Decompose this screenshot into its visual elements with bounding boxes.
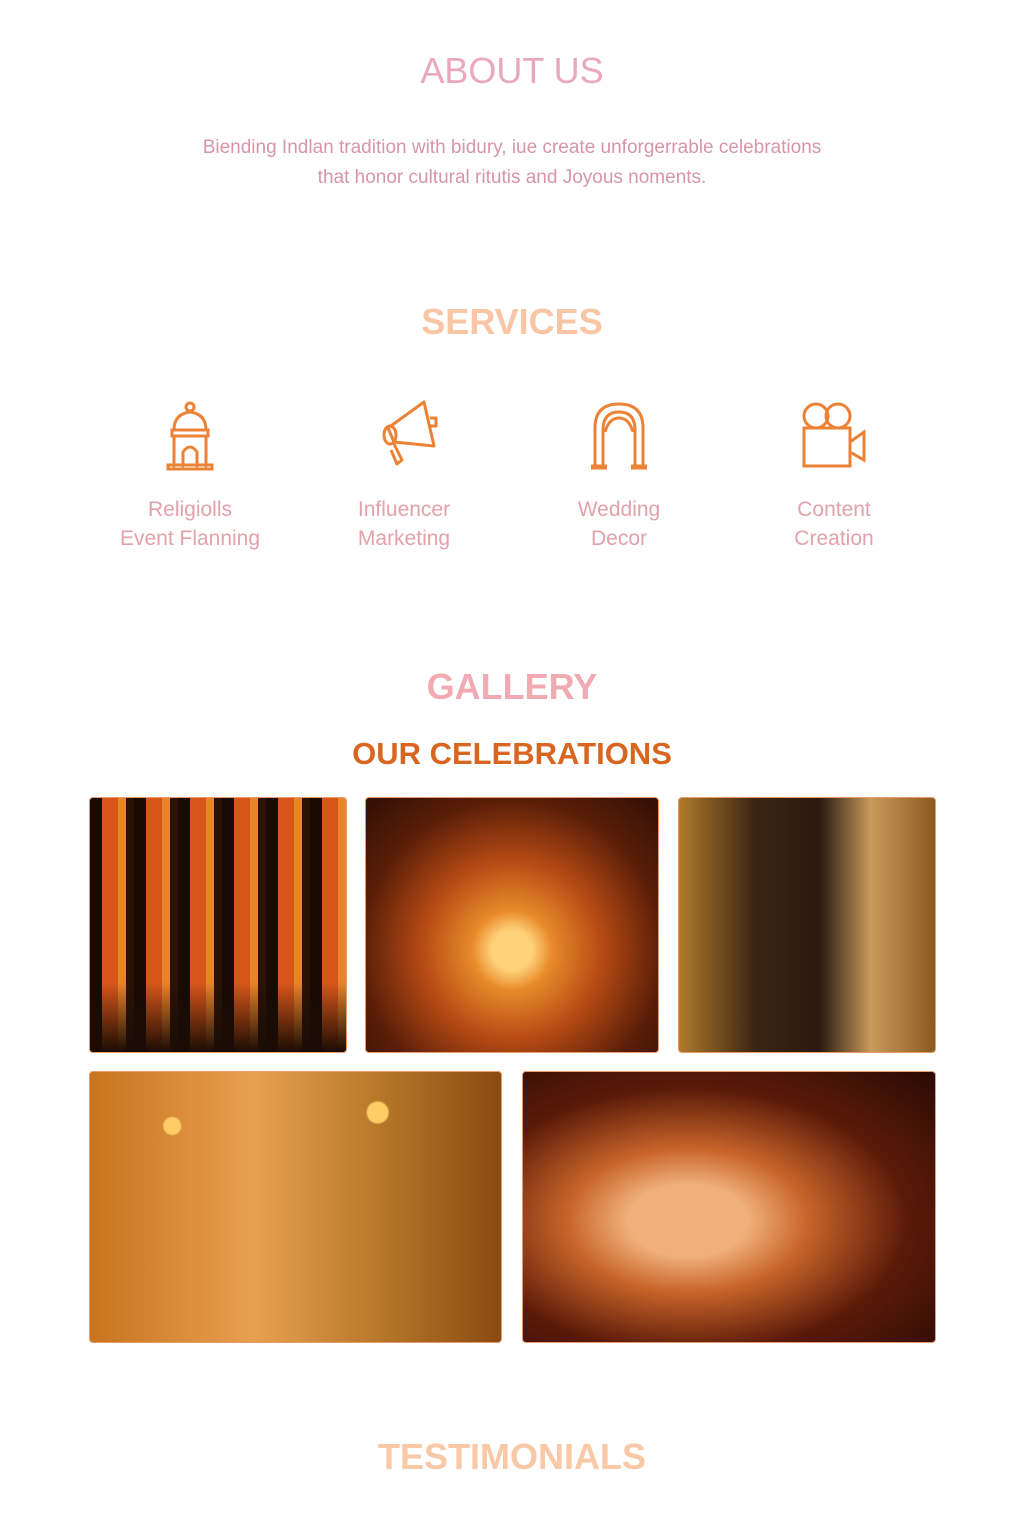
gallery-photo-diya-flowers[interactable] — [365, 797, 659, 1053]
service-label: Influencer — [357, 498, 451, 521]
about-text-line: that honor cultural ritutis and Joyous n… — [317, 167, 707, 188]
service-label: Wedding — [577, 498, 661, 521]
service-label: Creation — [794, 527, 874, 550]
gallery-photo-couple-bokeh[interactable] — [89, 1071, 502, 1343]
service-label: Marketing — [357, 527, 451, 550]
gallery-photo-couple-lights[interactable] — [678, 797, 936, 1053]
temple-icon — [166, 401, 214, 471]
testimonials-title: TESTIMONIALS — [378, 1436, 646, 1477]
service-label: Religiolls — [147, 498, 233, 521]
video-camera-icon — [802, 402, 866, 468]
service-religious-event-planning[interactable]: Religiolls Event Flanning — [80, 398, 300, 553]
arch-icon — [591, 402, 647, 470]
gallery-photo-ganesha-idol[interactable] — [522, 1071, 936, 1343]
services-title: SERVICES — [421, 301, 603, 342]
gallery-title: GALLERY — [426, 666, 598, 707]
gallery-subtitle: OUR CELEBRATIONS — [352, 736, 672, 771]
service-label: Content — [797, 498, 871, 521]
about-text: Biending Indlan tradition with bidury, i… — [0, 133, 1024, 193]
gallery-photo-marigold-garlands[interactable] — [89, 797, 347, 1053]
service-label: Event Flanning — [119, 527, 261, 550]
service-wedding-decor[interactable]: Wedding Decor — [509, 398, 729, 553]
about-title: ABOUT US — [420, 50, 604, 91]
megaphone-icon — [382, 400, 438, 466]
service-content-creation[interactable]: Content Creation — [724, 398, 944, 553]
service-influencer-marketing[interactable]: Influencer Marketing — [294, 398, 514, 553]
about-text-line: Biending Indlan tradition with bidury, i… — [202, 137, 822, 158]
service-label: Decor — [590, 527, 648, 550]
